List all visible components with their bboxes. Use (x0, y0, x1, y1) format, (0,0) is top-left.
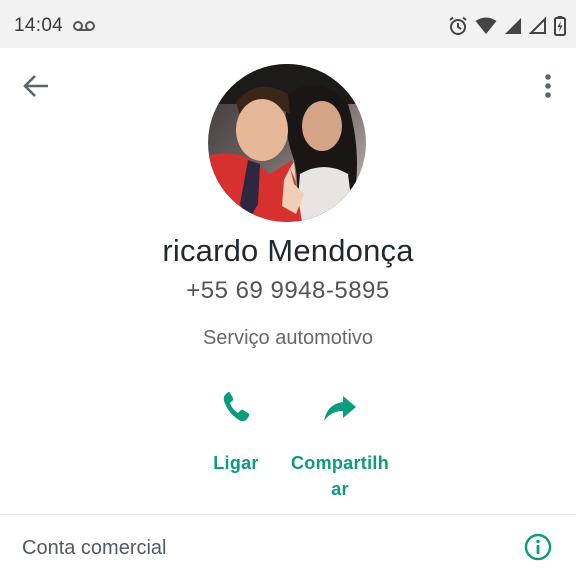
signal-icon (504, 17, 522, 35)
share-arrow-icon (286, 388, 394, 428)
status-icons (448, 15, 566, 37)
call-button[interactable]: Ligar (206, 388, 266, 476)
more-options-button[interactable] (538, 70, 558, 102)
arrow-left-icon (23, 75, 48, 97)
info-icon[interactable] (524, 533, 552, 561)
more-vertical-icon (545, 74, 551, 98)
profile-photo (208, 64, 366, 222)
business-account-label: Conta comercial (22, 537, 167, 559)
status-bar: 14:04 (0, 0, 576, 48)
contact-avatar[interactable] (208, 64, 366, 222)
back-button[interactable] (20, 72, 52, 100)
call-label: Ligar (213, 453, 259, 473)
alarm-icon (448, 16, 468, 36)
share-label: Compartilhar (290, 453, 389, 499)
wifi-icon (475, 17, 497, 35)
share-button[interactable]: Compartilhar (286, 388, 394, 502)
business-category: Serviço automotivo (202, 327, 374, 349)
contact-phone-number: +55 69 9948-5895 (186, 277, 390, 304)
battery-charging-icon (554, 16, 566, 36)
signal-empty-icon (528, 16, 547, 35)
business-account-row[interactable]: Conta comercial (0, 515, 576, 580)
phone-icon (206, 388, 266, 428)
contact-name: ricardo Mendonça (162, 233, 414, 268)
voicemail-icon (73, 19, 95, 31)
status-time: 14:04 (14, 15, 64, 36)
